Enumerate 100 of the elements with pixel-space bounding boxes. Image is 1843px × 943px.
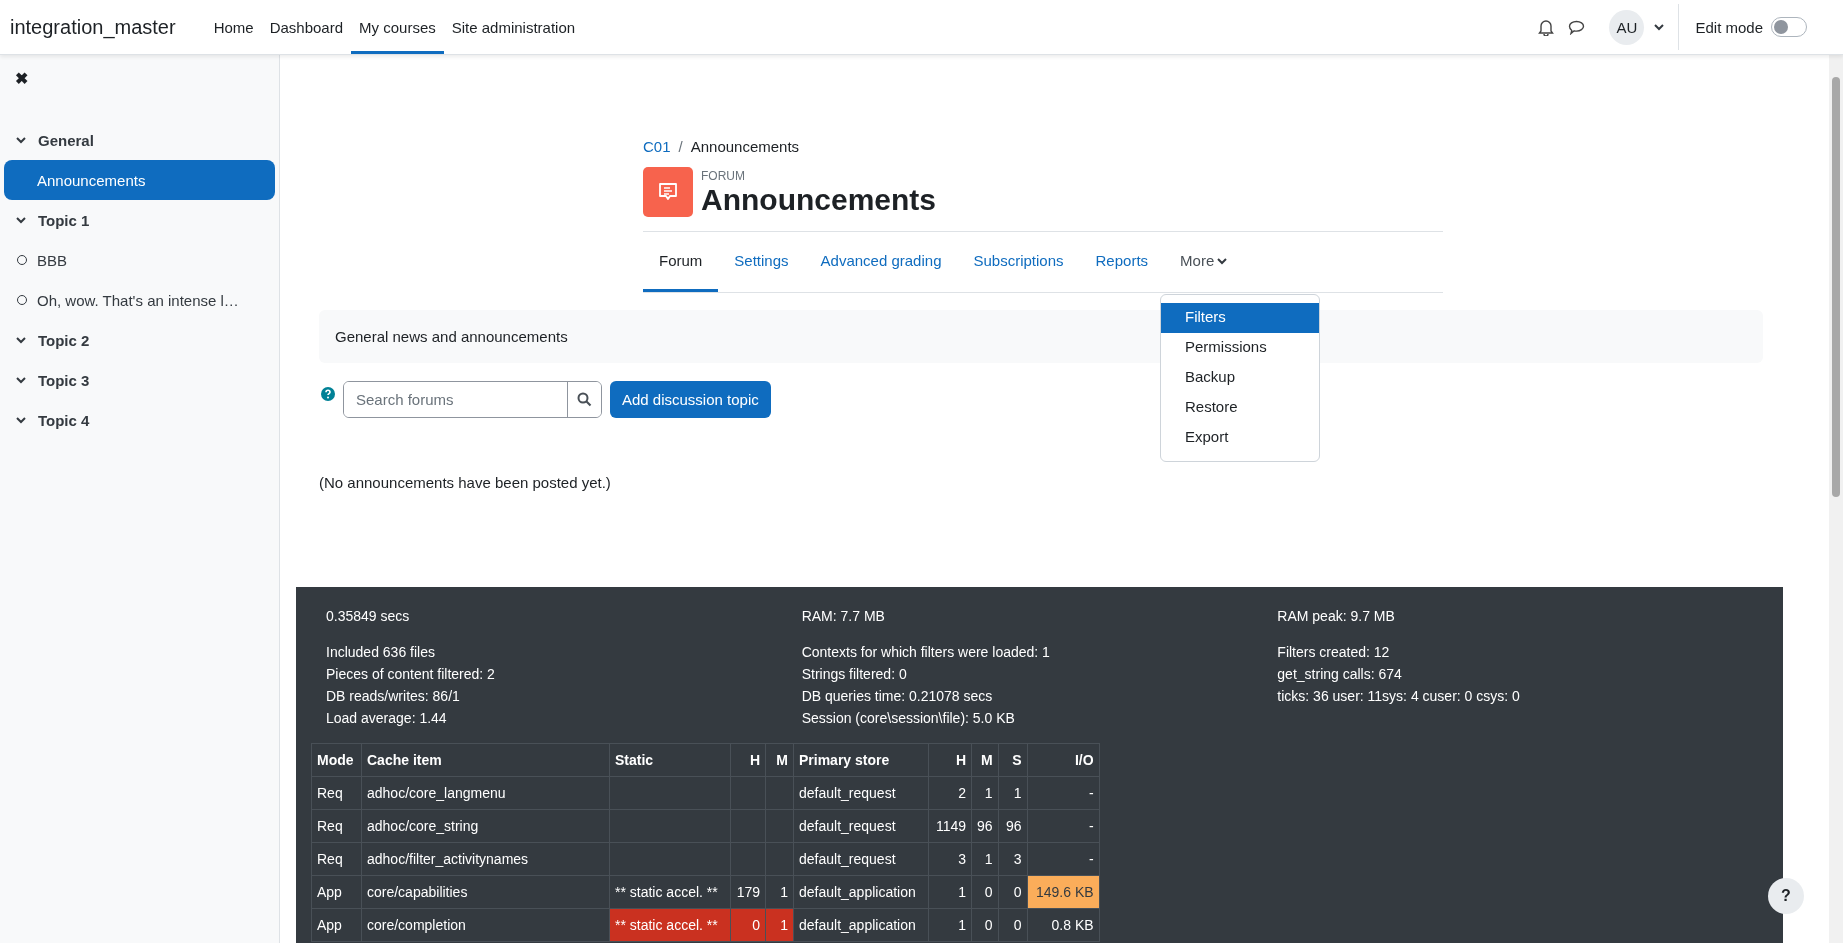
table-cell: adhoc/core_langmenu (361, 776, 610, 810)
table-cell: Req (311, 842, 362, 876)
chevron-icon (1654, 22, 1665, 32)
tab[interactable]: Subscriptions (957, 232, 1080, 292)
nav-link[interactable]: Home (205, 0, 262, 54)
nav-link[interactable]: Dashboard (261, 0, 352, 54)
table-cell: adhoc/filter_activitynames (361, 842, 610, 876)
column-header: I/O (1027, 743, 1100, 777)
table-cell: Req (311, 776, 362, 810)
help-button[interactable]: ? (1768, 878, 1804, 914)
help-icon[interactable] (321, 387, 335, 404)
breadcrumb-link[interactable]: C01 (643, 138, 671, 155)
column-header: M (765, 743, 794, 777)
perf-stat: Included 636 files (326, 643, 436, 662)
table-cell: 96 (971, 809, 999, 843)
table-cell: 1 (928, 908, 972, 942)
perf-stat: Session (core\session\file): 5.0 KB (801, 709, 1016, 728)
table-cell: core/capabilities (361, 875, 610, 909)
perf-stat: DB reads/writes: 86/1 (326, 687, 461, 706)
column-header: Primary store (793, 743, 929, 777)
column-header: H (928, 743, 972, 777)
perf-stat: Strings filtered: 0 (801, 665, 908, 684)
table-cell: App (311, 908, 362, 942)
add-discussion-button[interactable]: Add discussion topic (610, 381, 771, 418)
perf-stat: Pieces of content filtered: 2 (326, 665, 496, 684)
table-cell: - (1027, 776, 1100, 810)
column-header: Mode (311, 743, 362, 777)
section-title[interactable]: Topic 3 (4, 360, 275, 400)
site-name[interactable]: integration_master (10, 15, 176, 39)
menu-item[interactable]: Permissions (1161, 333, 1319, 363)
table-cell: 0 (971, 875, 999, 909)
table-cell: default_application (793, 908, 929, 942)
table-cell: default_request (793, 809, 929, 843)
chevron-icon (16, 375, 26, 385)
table-cell: 0 (998, 908, 1028, 942)
tab[interactable]: More (1164, 232, 1244, 292)
menu-item[interactable]: Backup (1161, 363, 1319, 393)
column-header: H (730, 743, 766, 777)
forum-icon (643, 167, 693, 217)
table-cell: 179 (730, 875, 766, 909)
bell-icon[interactable] (1538, 18, 1555, 36)
column-header: M (971, 743, 999, 777)
edit-mode-label: Edit mode (1695, 18, 1763, 36)
table-cell: default_request (793, 776, 929, 810)
empty-message: (No announcements have been posted yet.) (319, 474, 612, 491)
edit-mode-switch[interactable] (1771, 17, 1807, 37)
table-cell: 2 (928, 776, 972, 810)
section-title[interactable]: Topic 4 (4, 400, 275, 440)
table-cell: adhoc/core_string (361, 809, 610, 843)
search-icon[interactable] (567, 382, 601, 417)
table-cell: 0.8 KB (1027, 908, 1100, 942)
table-cell: 3 (998, 842, 1028, 876)
nav-link[interactable]: My courses (351, 0, 444, 54)
menu-item[interactable]: Filters (1161, 303, 1319, 333)
chevron-icon (1217, 255, 1228, 266)
close-icon[interactable]: ✖ (15, 69, 28, 88)
table-cell: ** static accel. ** (609, 908, 731, 942)
chevron-icon (16, 135, 26, 145)
column-header: Static (609, 743, 731, 777)
menu-item[interactable]: Restore (1161, 393, 1319, 423)
nav-link[interactable]: Site administration (443, 0, 584, 54)
perf-stat: Contexts for which filters were loaded: 1 (801, 643, 1051, 662)
table-cell: - (1027, 809, 1100, 843)
tab[interactable]: Reports (1079, 232, 1165, 292)
sidebar-item[interactable]: Announcements (4, 160, 275, 200)
menu-item[interactable]: Export (1161, 423, 1319, 453)
chevron-icon (16, 215, 26, 225)
section-title[interactable]: General (4, 120, 275, 160)
chevron-icon (16, 415, 26, 425)
table-cell: core/completion (361, 908, 610, 942)
sidebar-item[interactable]: BBB (4, 240, 275, 280)
tab[interactable]: Forum (643, 232, 719, 292)
sidebar-item[interactable]: Oh, wow. That's an intense l… (4, 280, 275, 320)
table-cell: 1 (765, 875, 794, 909)
perf-stat: Filters created: 12 (1277, 643, 1391, 662)
table-cell: 3 (928, 842, 972, 876)
section-title[interactable]: Topic 1 (4, 200, 275, 240)
table-cell: 96 (998, 809, 1028, 843)
tab[interactable]: Advanced grading (804, 232, 958, 292)
breadcrumb-separator: / (678, 138, 683, 155)
breadcrumb-current: Announcements (690, 138, 800, 155)
table-cell: ** static accel. ** (609, 875, 731, 909)
perf-stat: 0.35849 secs (326, 607, 411, 626)
perf-stat: DB queries time: 0.21078 secs (801, 687, 994, 706)
search-field[interactable]: Search forums (343, 381, 602, 418)
table-cell: App (311, 875, 362, 909)
column-header: S (998, 743, 1028, 777)
tab[interactable]: Settings (718, 232, 805, 292)
perf-stat: RAM: 7.7 MB (801, 607, 886, 626)
section-title[interactable]: Topic 2 (4, 320, 275, 360)
table-cell: - (1027, 842, 1100, 876)
column-header: Cache item (361, 743, 610, 777)
user-avatar[interactable]: AU (1609, 9, 1645, 45)
table-cell: 0 (998, 875, 1028, 909)
table-cell: default_application (793, 875, 929, 909)
scrollbar[interactable] (1829, 55, 1843, 943)
perf-stat: RAM peak: 9.7 MB (1277, 607, 1396, 626)
speech-bubble-icon[interactable] (1568, 19, 1586, 35)
table-cell: Req (311, 809, 362, 843)
table-cell: 1 (971, 842, 999, 876)
